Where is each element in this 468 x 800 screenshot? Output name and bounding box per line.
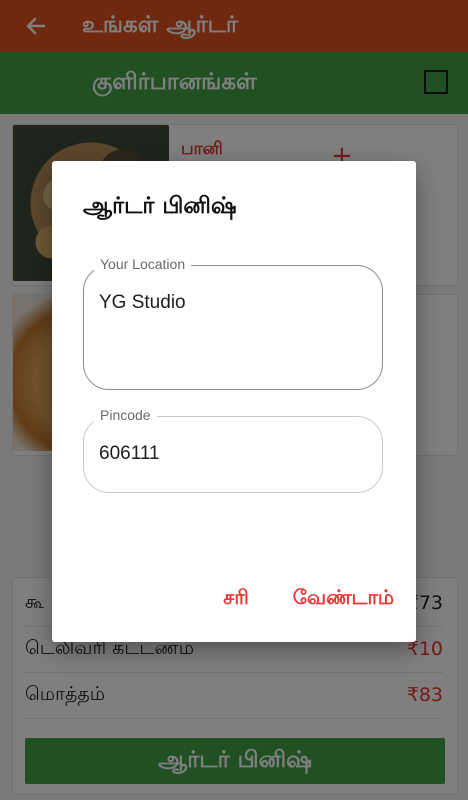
order-finish-dialog: ஆர்டர் பினிஷ் Your Location Pincode சரி …: [52, 161, 416, 642]
dialog-title: ஆர்டர் பினிஷ்: [83, 193, 237, 219]
cancel-button[interactable]: வேண்டாம்: [293, 585, 394, 612]
pincode-input[interactable]: [99, 443, 359, 465]
location-label: Your Location: [94, 256, 192, 272]
dialog-actions: சரி வேண்டாம்: [223, 585, 394, 612]
confirm-button[interactable]: சரி: [223, 585, 248, 612]
pincode-field[interactable]: Pincode: [83, 407, 383, 493]
location-input[interactable]: [99, 292, 359, 314]
pincode-label: Pincode: [94, 407, 157, 423]
location-field[interactable]: Your Location: [83, 256, 383, 390]
